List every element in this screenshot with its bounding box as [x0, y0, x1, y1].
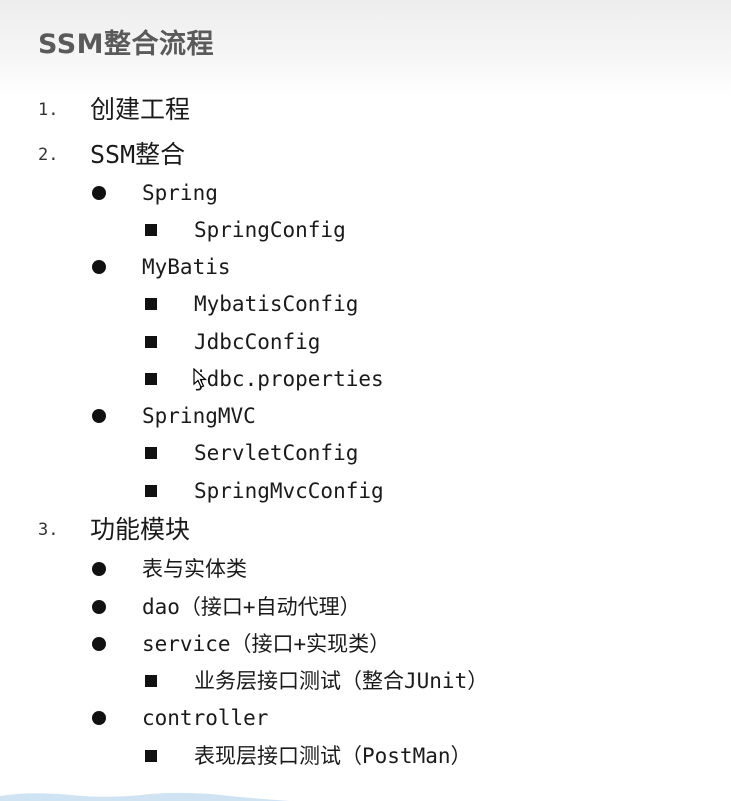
item-text: SSM整合 — [90, 140, 186, 169]
item-text: MybatisConfig — [194, 292, 359, 316]
item-number: 2. — [38, 145, 59, 165]
bullet-square-icon — [145, 373, 157, 385]
bullet-dot-icon — [92, 409, 106, 423]
mouse-cursor-icon — [193, 368, 207, 388]
item-text: JdbcConfig — [194, 330, 321, 354]
item-text: dao（接口+自动代理） — [142, 595, 361, 619]
bullet-dot-icon — [92, 260, 106, 274]
item-text: SpringConfig — [194, 218, 346, 242]
item-text: controller — [142, 706, 269, 730]
bullet-square-icon — [145, 298, 157, 310]
item-text: jdbc.properties — [194, 367, 384, 391]
bottom-decoration — [0, 792, 290, 801]
item-text: SpringMVC — [142, 404, 256, 428]
bullet-square-icon — [145, 447, 157, 459]
bullet-dot-icon — [92, 711, 106, 725]
outline-list: 1. 创建工程 2. SSM整合 Spring SpringConfig MyB… — [0, 0, 731, 801]
item-text: 表与实体类 — [142, 557, 247, 581]
item-text: 创建工程 — [90, 95, 191, 124]
bullet-square-icon — [145, 750, 157, 762]
item-text: MyBatis — [142, 255, 231, 279]
item-number: 3. — [38, 520, 59, 540]
bullet-square-icon — [145, 224, 157, 236]
bullet-dot-icon — [92, 562, 106, 576]
bullet-square-icon — [145, 485, 157, 497]
bullet-dot-icon — [92, 600, 106, 614]
bullet-square-icon — [145, 675, 157, 687]
item-text: 表现层接口测试（PostMan） — [194, 744, 472, 768]
item-number: 1. — [38, 100, 59, 120]
item-text: Spring — [142, 181, 218, 205]
item-text: 业务层接口测试（整合JUnit） — [194, 669, 489, 693]
item-text: ServletConfig — [194, 441, 359, 465]
item-text: 功能模块 — [90, 515, 191, 544]
item-text: service（接口+实现类） — [142, 632, 391, 656]
bullet-dot-icon — [92, 186, 106, 200]
item-text: SpringMvcConfig — [194, 479, 384, 503]
bullet-square-icon — [145, 336, 157, 348]
bullet-dot-icon — [92, 637, 106, 651]
